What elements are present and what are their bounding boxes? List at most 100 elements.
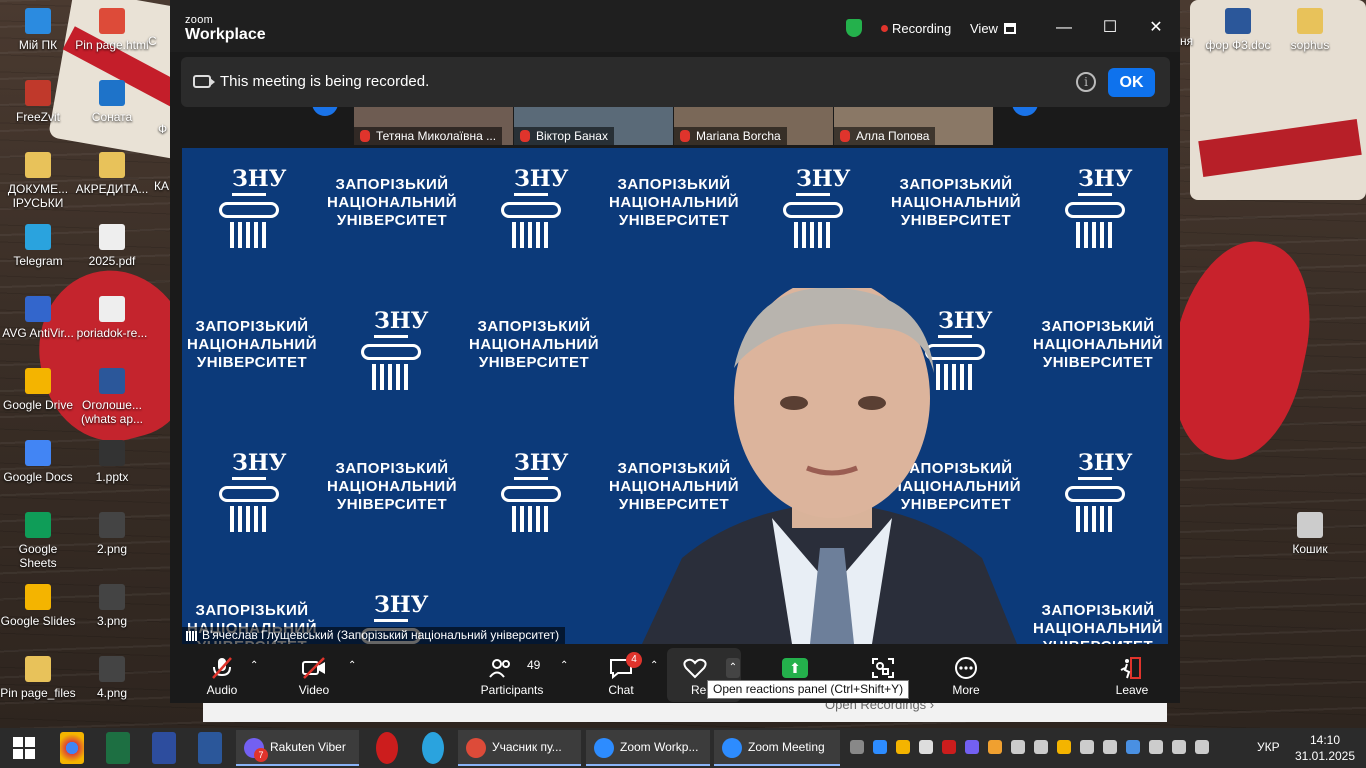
cloud-icon[interactable] <box>919 740 933 754</box>
star-icon[interactable] <box>1057 740 1071 754</box>
recording-indicator[interactable]: Recording <box>892 21 951 36</box>
maximize-button[interactable]: ☐ <box>1098 16 1122 40</box>
desktop-icon[interactable]: 2.png <box>74 512 150 556</box>
participant-thumbnail[interactable]: Віктор Банах <box>514 107 673 145</box>
monitor-icon[interactable] <box>1034 740 1048 754</box>
google-drive-tray-icon[interactable] <box>896 740 910 754</box>
view-button[interactable]: View <box>970 21 998 36</box>
desktop-icon[interactable]: sophus <box>1272 8 1348 52</box>
desktop-icon[interactable]: Соната <box>74 80 150 124</box>
desktop-partial-label: С <box>148 34 157 48</box>
battery-icon[interactable] <box>1149 740 1163 754</box>
logo-text: ЗНУ <box>1078 450 1133 480</box>
view-grid-icon[interactable] <box>1004 23 1016 34</box>
video-options-chevron-icon[interactable]: ⌃ <box>348 660 356 671</box>
desktop-icon[interactable]: Google Sheets <box>0 512 76 570</box>
participants-button[interactable]: 49 Participants <box>474 646 550 703</box>
telegram-taskbar-icon[interactable] <box>422 732 444 764</box>
desktop-icon[interactable]: фор Ф3.doc <box>1200 8 1276 52</box>
desktop-icon[interactable]: АКРЕДИТА... <box>74 152 150 196</box>
participant-thumbnail[interactable]: Тетяна Миколаївна ... <box>354 107 513 145</box>
desktop-icon[interactable]: poriadok-re... <box>74 296 150 340</box>
logo-column-capital <box>361 344 421 360</box>
taskbar-app-button[interactable]: Учасник пу... <box>458 730 581 766</box>
opera-icon[interactable] <box>376 732 398 764</box>
print-icon[interactable] <box>1080 740 1094 754</box>
viber-tray-icon[interactable] <box>965 740 979 754</box>
desktop-icon-label: Оголоше... (whats ap... <box>80 398 144 426</box>
desktop-icon[interactable]: FreeZvit <box>0 80 76 124</box>
desktop-icon[interactable]: 3.png <box>74 584 150 628</box>
video-button[interactable]: Video <box>292 646 336 703</box>
participant-thumbnail[interactable]: Mariana Borcha <box>674 107 833 145</box>
desktop-icon[interactable]: Pin page_files <box>0 656 76 700</box>
active-speaker-video[interactable]: ЗНУЗНУЗНУЗНУЗНУЗНУЗНУЗНУЗНУЗНУЗНУЗАПОРІЗ… <box>182 148 1168 644</box>
clock[interactable]: 14:10 31.01.2025 <box>1290 732 1360 764</box>
desktop-icon[interactable]: ДОКУМЕ... ІРУСЬКИ <box>0 152 76 210</box>
security-shield-icon[interactable] <box>846 19 862 37</box>
desktop-partial-label: ня <box>1180 34 1194 48</box>
desktop-icon[interactable]: 4.png <box>74 656 150 700</box>
muted-microphone-icon <box>212 657 232 679</box>
network-icon[interactable] <box>1172 740 1186 754</box>
university-logo-icon: ЗНУ <box>780 166 851 250</box>
desktop-icon[interactable]: AVG AntiVir... <box>0 296 76 340</box>
start-button[interactable] <box>10 732 38 764</box>
info-icon[interactable]: i <box>1076 72 1096 92</box>
desktop-file-icon <box>25 8 51 34</box>
desktop-file-icon <box>99 80 125 106</box>
desktop-icon[interactable]: Google Drive <box>0 368 76 412</box>
brand-line: ЗАПОРІЗЬКИЙ <box>477 318 591 335</box>
minimize-button[interactable]: — <box>1052 16 1076 40</box>
audio-button[interactable]: Audio <box>200 646 244 703</box>
skype-icon[interactable] <box>850 740 864 754</box>
desktop-icon[interactable]: Google Docs <box>0 440 76 484</box>
usb-icon[interactable] <box>1103 740 1117 754</box>
chrome-icon[interactable] <box>60 732 84 764</box>
chat-chevron-icon[interactable]: ⌃ <box>650 660 658 671</box>
more-dots-icon <box>955 657 977 679</box>
leave-button[interactable]: Leave <box>1110 646 1154 703</box>
opera-tray-icon[interactable] <box>942 740 956 754</box>
university-logo-icon: ЗНУ <box>1062 166 1133 250</box>
desktop-icon-label: Google Docs <box>3 470 73 484</box>
video-off-icon <box>302 657 325 679</box>
volume-icon[interactable] <box>988 740 1002 754</box>
brand-line: НАЦІОНАЛЬНИЙ <box>1032 336 1163 353</box>
university-brand-text: ЗАПОРІЗЬКИЙНАЦІОНАЛЬНИЙУНІВЕРСИТЕТ <box>464 318 604 372</box>
title-bar[interactable]: zoom Workplace Recording View — ☐ ✕ <box>170 0 1180 52</box>
desktop-icon-label: 4.png <box>96 686 128 700</box>
reactions-chevron-icon[interactable]: ⌃ <box>726 658 740 678</box>
desktop-icon[interactable]: Telegram <box>0 224 76 268</box>
desktop-icon[interactable]: Pin page.html <box>74 8 150 52</box>
close-button[interactable]: ✕ <box>1144 16 1168 40</box>
muted-mic-icon <box>840 130 850 142</box>
participants-chevron-icon[interactable]: ⌃ <box>560 660 568 671</box>
save-disk-icon[interactable] <box>152 732 176 764</box>
display-icon[interactable] <box>1011 740 1025 754</box>
desktop-icon[interactable]: Кошик <box>1272 512 1348 556</box>
university-brand-text: ЗАПОРІЗЬКИЙНАЦІОНАЛЬНИЙУНІВЕРСИТЕТ <box>1028 318 1168 372</box>
excel-icon[interactable] <box>106 732 130 764</box>
desktop-icon[interactable]: Google Slides <box>0 584 76 628</box>
more-button[interactable]: More <box>946 646 986 703</box>
participant-thumbnail[interactable]: Алла Попова <box>834 107 993 145</box>
language-indicator[interactable]: УКР <box>1257 740 1280 754</box>
ok-button[interactable]: OK <box>1108 68 1155 97</box>
desktop-icon-label: 2025.pdf <box>88 254 136 268</box>
desktop-icon[interactable]: 1.pptx <box>74 440 150 484</box>
taskbar-app-button[interactable]: Rakuten Viber 7 <box>236 730 359 766</box>
speaker-icon[interactable] <box>1195 740 1209 754</box>
zoom-tray-icon[interactable] <box>873 740 887 754</box>
desktop-icon[interactable]: 2025.pdf <box>74 224 150 268</box>
desktop-icon[interactable]: Оголоше... (whats ap... <box>74 368 150 426</box>
participant-name: Тетяна Миколаївна ... <box>354 127 503 145</box>
word-icon[interactable] <box>198 732 222 764</box>
logo-text: ЗНУ <box>232 450 287 480</box>
brand-line: УНІВЕРСИТЕТ <box>618 212 730 229</box>
taskbar-app-button[interactable]: Zoom Workp... <box>586 730 710 766</box>
audio-options-chevron-icon[interactable]: ⌃ <box>250 660 258 671</box>
taskbar-app-button[interactable]: Zoom Meeting <box>714 730 840 766</box>
bluetooth-icon[interactable] <box>1126 740 1140 754</box>
desktop-icon[interactable]: Мій ПК <box>0 8 76 52</box>
